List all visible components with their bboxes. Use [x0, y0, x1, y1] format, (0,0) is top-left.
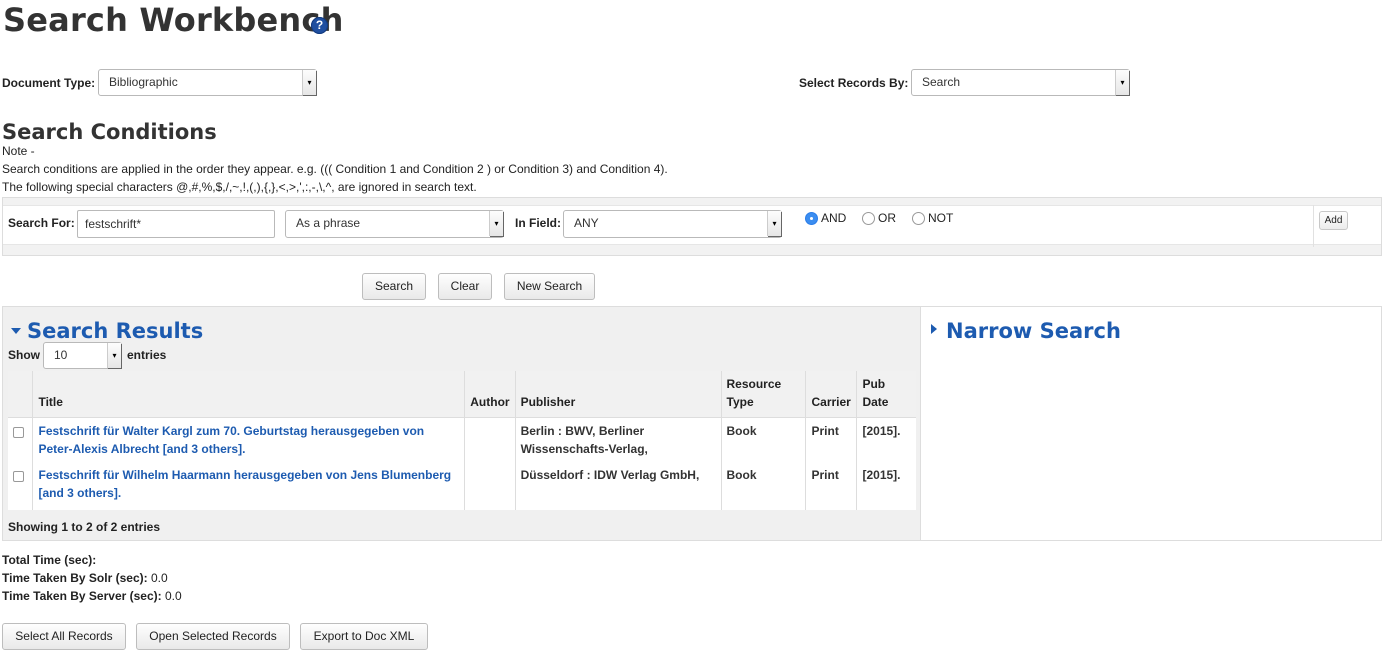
record-resource-type: Book	[721, 417, 807, 462]
chevron-down-icon: ▾	[302, 70, 316, 95]
record-author	[464, 417, 516, 462]
narrow-search-heading[interactable]: Narrow Search	[946, 318, 1121, 344]
record-carrier: Print	[805, 417, 858, 462]
export-doc-xml-button[interactable]: Export to Doc XML	[300, 623, 428, 650]
note-order-text: Search conditions are applied in the ord…	[2, 162, 668, 176]
table-header-row: Title Author Publisher Resource Type Carr…	[8, 371, 916, 418]
chevron-down-icon: ▾	[1115, 70, 1129, 95]
search-for-label: Search For:	[8, 216, 75, 230]
operator-not-label: NOT	[928, 211, 954, 225]
column-header-carrier[interactable]: Carrier	[805, 371, 858, 418]
entries-label: entries	[127, 348, 167, 362]
match-type-select[interactable]: As a phrase ▾	[285, 210, 504, 238]
help-icon[interactable]: ?	[311, 17, 328, 34]
select-records-value: Search	[922, 75, 961, 89]
chevron-down-icon: ▾	[767, 211, 781, 236]
search-button[interactable]: Search	[362, 273, 426, 300]
operator-and-label: AND	[821, 211, 847, 225]
select-records-select[interactable]: Search ▾	[911, 69, 1130, 96]
table-row: Festschrift für Wilhelm Haarmann herausg…	[8, 461, 916, 510]
results-summary: Showing 1 to 2 of 2 entries	[8, 520, 161, 534]
column-header-pub-date[interactable]: Pub Date	[856, 371, 916, 418]
column-header-publisher[interactable]: Publisher	[515, 371, 722, 418]
column-header-pub-line2: Date	[862, 395, 889, 409]
document-type-label: Document Type:	[2, 76, 96, 90]
record-author	[464, 461, 516, 510]
total-time-label: Total Time (sec):	[2, 553, 97, 567]
select-column-header	[8, 371, 34, 418]
results-table: Title Author Publisher Resource Type Carr…	[8, 371, 916, 510]
column-header-pub-line1: Pub	[862, 377, 886, 391]
server-time-stat: Time Taken By Server (sec): 0.0	[2, 587, 182, 605]
note-special-chars-text: The following special characters @,#,%,$…	[2, 180, 477, 194]
record-title-link[interactable]: Festschrift für Walter Kargl zum 70. Geb…	[38, 424, 424, 456]
column-header-author[interactable]: Author	[464, 371, 516, 418]
select-all-records-button[interactable]: Select All Records	[2, 623, 126, 650]
search-results-heading[interactable]: Search Results	[27, 318, 203, 344]
collapse-triangle-icon[interactable]	[11, 328, 21, 334]
column-header-resource-type[interactable]: Resource Type	[721, 371, 807, 418]
divider	[1313, 205, 1314, 247]
server-time-value: 0.0	[164, 589, 182, 603]
search-for-input[interactable]: festschrift*	[77, 210, 275, 238]
record-pub-date: [2015].	[862, 467, 901, 482]
record-title-link[interactable]: Festschrift für Wilhelm Haarmann herausg…	[38, 468, 451, 500]
record-publisher: Düsseldorf : IDW Verlag GmbH,	[515, 461, 722, 510]
record-publisher: Berlin : BWV, Berliner Wissenschafts-Ver…	[515, 417, 722, 462]
column-header-resource-line2: Type	[726, 395, 754, 409]
record-carrier: Print	[805, 461, 858, 510]
in-field-label: In Field:	[515, 216, 561, 230]
table-row: Festschrift für Walter Kargl zum 70. Geb…	[8, 417, 916, 462]
page-size-select[interactable]: 10 ▾	[43, 342, 122, 369]
chevron-down-icon: ▾	[107, 343, 121, 368]
solr-time-value: 0.0	[150, 571, 168, 585]
record-resource-type: Book	[721, 461, 807, 510]
row-checkbox[interactable]	[13, 470, 24, 482]
total-time-stat: Total Time (sec):	[2, 551, 96, 569]
document-type-value: Bibliographic	[109, 75, 178, 89]
operator-or-label: OR	[878, 211, 896, 225]
column-header-title[interactable]: Title	[32, 371, 466, 418]
page-size-value: 10	[54, 348, 68, 362]
solr-time-label: Time Taken By Solr (sec):	[2, 571, 148, 585]
match-type-value: As a phrase	[296, 216, 361, 230]
operator-and-radio[interactable]	[805, 212, 818, 225]
show-label: Show	[8, 348, 40, 362]
in-field-select[interactable]: ANY ▾	[563, 210, 782, 238]
expand-triangle-icon[interactable]	[931, 324, 937, 334]
add-condition-button[interactable]: Add	[1319, 211, 1348, 230]
select-records-label: Select Records By:	[799, 76, 909, 90]
in-field-value: ANY	[574, 216, 599, 230]
page-title: Search Workbench	[3, 1, 344, 39]
clear-button[interactable]: Clear	[438, 273, 492, 300]
row-checkbox[interactable]	[13, 427, 24, 438]
solr-time-stat: Time Taken By Solr (sec): 0.0	[2, 569, 168, 587]
record-pub-date: [2015].	[862, 424, 901, 438]
new-search-button[interactable]: New Search	[504, 273, 595, 300]
chevron-down-icon: ▾	[489, 211, 503, 236]
operator-or-radio[interactable]	[862, 212, 875, 225]
column-header-resource-line1: Resource	[726, 377, 782, 391]
server-time-label: Time Taken By Server (sec):	[2, 589, 162, 603]
operator-not-radio[interactable]	[912, 212, 925, 225]
note-label: Note -	[2, 144, 35, 158]
document-type-select[interactable]: Bibliographic ▾	[98, 69, 317, 96]
open-selected-records-button[interactable]: Open Selected Records	[136, 623, 290, 650]
